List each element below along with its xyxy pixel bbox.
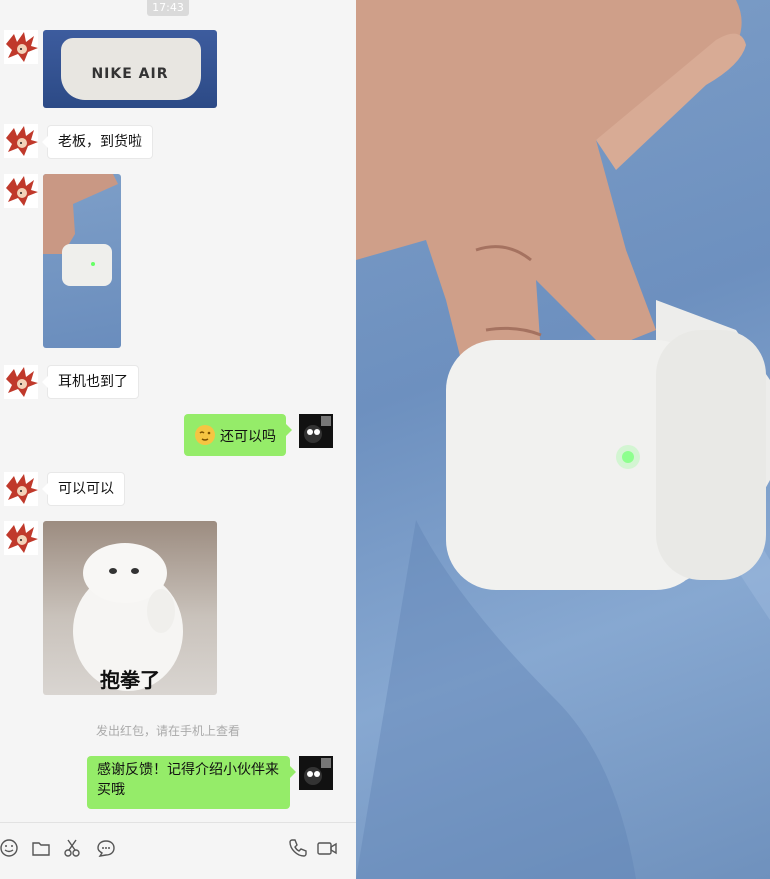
image-message-bag[interactable]: NIKE AIR: [43, 30, 217, 108]
outgoing-message[interactable]: 感谢反馈！记得介绍小伙伴来买哦: [87, 756, 296, 809]
message-timestamp: 17:43: [147, 0, 189, 16]
image-message-earphones[interactable]: [43, 174, 121, 348]
phone-icon[interactable]: [287, 837, 309, 859]
contact-avatar[interactable]: [4, 174, 38, 208]
bag-label: NIKE AIR: [91, 66, 169, 82]
sticker-message[interactable]: 抱拳了: [43, 521, 217, 695]
my-avatar[interactable]: [299, 756, 333, 790]
contact-avatar[interactable]: [4, 30, 38, 64]
emoji-icon[interactable]: [0, 837, 20, 859]
contact-avatar[interactable]: [4, 472, 38, 506]
earphones-photo: [356, 0, 770, 879]
outgoing-message-text: 还可以吗: [220, 429, 276, 445]
system-notice: 发出红包，请在手机上查看: [95, 724, 240, 738]
face-emoji-icon: [194, 424, 216, 446]
sticker-caption: 抱拳了: [100, 668, 160, 692]
photo-preview-panel: [356, 0, 770, 879]
chat-toolbar: [0, 822, 356, 879]
my-avatar[interactable]: [299, 414, 333, 448]
video-icon[interactable]: [316, 837, 338, 859]
contact-avatar[interactable]: [4, 124, 38, 158]
scissors-icon[interactable]: [61, 837, 83, 859]
incoming-message[interactable]: 耳机也到了: [42, 365, 139, 399]
incoming-message[interactable]: 可以可以: [42, 472, 125, 506]
chat-panel: 17:43 NIKE AIR 老板，到货啦 耳机也到了 还可以吗 可以可以 抱拳…: [0, 0, 356, 879]
folder-icon[interactable]: [30, 837, 52, 859]
contact-avatar[interactable]: [4, 521, 38, 555]
earphone-photo-thumbnail: [43, 174, 118, 286]
outgoing-message[interactable]: 还可以吗: [184, 414, 292, 456]
chat-bubble-icon[interactable]: [95, 837, 117, 859]
incoming-message[interactable]: 老板，到货啦: [42, 125, 153, 159]
contact-avatar[interactable]: [4, 365, 38, 399]
